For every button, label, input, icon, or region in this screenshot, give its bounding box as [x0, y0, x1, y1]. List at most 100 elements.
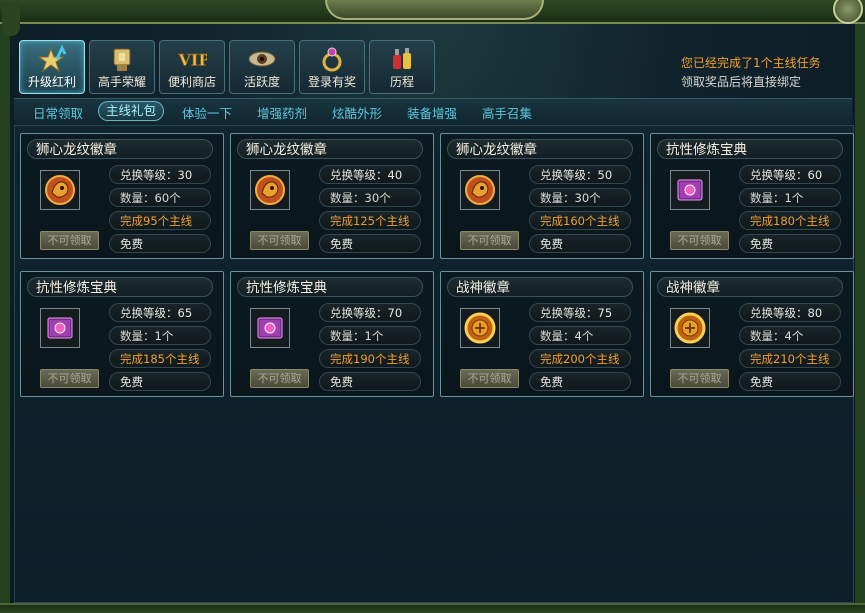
reward-title: 狮心龙纹徽章	[27, 139, 213, 159]
item-quantity: 数量：1个	[109, 326, 211, 345]
requirement: 完成210个主线	[739, 349, 841, 368]
claim-button[interactable]: 不可领取	[670, 369, 729, 388]
item-slot[interactable]	[670, 308, 710, 348]
claim-button[interactable]: 不可领取	[250, 369, 309, 388]
requirement: 完成190个主线	[319, 349, 421, 368]
spellbook-icon	[257, 317, 283, 339]
mission-notice: 您已经完成了1个主线任务 领取奖品后将直接绑定	[681, 54, 821, 92]
item-quantity: 数量：1个	[319, 326, 421, 345]
exchange-level: 兑换等级：40	[319, 165, 421, 184]
claim-button[interactable]: 不可领取	[460, 369, 519, 388]
claim-button[interactable]: 不可领取	[670, 231, 729, 250]
claim-button[interactable]: 不可领取	[40, 231, 99, 250]
cost: 免费	[529, 234, 631, 253]
frame-corner-ornament	[2, 6, 20, 36]
reward-title: 狮心龙纹徽章	[447, 139, 633, 159]
reward-card: 战神徽章 不可领取 兑换等级：80 数量：4个 完成210个主线 免费	[650, 271, 854, 397]
item-slot[interactable]	[670, 170, 710, 210]
tab-history[interactable]: 历程	[369, 40, 435, 94]
cost: 免费	[109, 372, 211, 391]
item-slot[interactable]	[460, 170, 500, 210]
item-quantity: 数量：30个	[529, 188, 631, 207]
item-quantity: 数量：60个	[109, 188, 211, 207]
subtab-enhance-potion[interactable]: 增强药剂	[257, 103, 307, 122]
sub-tab-bar: 日常领取 主线礼包 体验一下 增强药剂 炫酷外形 装备增强 高手召集	[14, 98, 852, 126]
item-slot[interactable]	[460, 308, 500, 348]
cost: 免费	[319, 234, 421, 253]
reward-card: 狮心龙纹徽章 不可领取 兑换等级：40 数量：30个 完成125个主线 免费	[230, 133, 434, 259]
exchange-level: 兑换等级：65	[109, 303, 211, 322]
tab-level-bonus[interactable]: 升级红利	[19, 40, 85, 94]
main-tab-bar: 升级红利 高手荣耀 VIP 便利商店 活跃度 登录有奖 历程	[19, 40, 435, 95]
reward-title: 抗性修炼宝典	[237, 277, 423, 297]
item-quantity: 数量：4个	[529, 326, 631, 345]
reward-title: 战神徽章	[657, 277, 843, 297]
spellbook-icon	[677, 179, 703, 201]
cost: 免费	[529, 372, 631, 391]
tab-convenience-store[interactable]: VIP 便利商店	[159, 40, 225, 94]
cost: 免费	[739, 372, 841, 391]
reward-grid: 狮心龙纹徽章 不可领取 兑换等级：30 数量：60个 完成95个主线 免费 狮心…	[14, 125, 854, 603]
exchange-level: 兑换等级：30	[109, 165, 211, 184]
reward-title: 抗性修炼宝典	[657, 139, 843, 159]
svg-text:VIP: VIP	[178, 51, 207, 70]
item-slot[interactable]	[40, 170, 80, 210]
tab-login-reward[interactable]: 登录有奖	[299, 40, 365, 94]
vip-icon: VIP	[177, 45, 207, 73]
ring-icon	[317, 45, 347, 73]
exchange-level: 兑换等级：70	[319, 303, 421, 322]
requirement: 完成125个主线	[319, 211, 421, 230]
claim-button[interactable]: 不可领取	[460, 231, 519, 250]
close-knob-icon[interactable]	[833, 0, 863, 24]
reward-title: 战神徽章	[447, 277, 633, 297]
trophy-icon	[107, 45, 137, 73]
subtab-daily-claim[interactable]: 日常领取	[33, 103, 83, 122]
spellbook-icon	[47, 317, 73, 339]
tab-label: 升级红利	[27, 75, 76, 89]
item-slot[interactable]	[40, 308, 80, 348]
title-ornament	[325, 0, 544, 20]
subtab-expert-recruit[interactable]: 高手召集	[482, 103, 532, 122]
item-quantity: 数量：30个	[319, 188, 421, 207]
subtab-equipment-enhance[interactable]: 装备增强	[407, 103, 457, 122]
lion-badge-icon	[465, 175, 495, 205]
reward-card: 狮心龙纹徽章 不可领取 兑换等级：30 数量：60个 完成95个主线 免费	[20, 133, 224, 259]
war-god-badge-icon	[464, 312, 496, 344]
subtab-main-gift[interactable]: 主线礼包	[98, 101, 165, 121]
reward-card: 狮心龙纹徽章 不可领取 兑换等级：50 数量：30个 完成160个主线 免费	[440, 133, 644, 259]
tab-label: 活跃度	[243, 75, 280, 89]
requirement: 完成160个主线	[529, 211, 631, 230]
cost: 免费	[109, 234, 211, 253]
claim-button[interactable]: 不可领取	[250, 231, 309, 250]
mission-progress-text: 您已经完成了1个主线任务	[681, 56, 821, 70]
tab-label: 便利商店	[167, 75, 216, 89]
tab-activity[interactable]: 活跃度	[229, 40, 295, 94]
item-slot[interactable]	[250, 308, 290, 348]
subtab-try-it[interactable]: 体验一下	[182, 103, 232, 122]
item-quantity: 数量：4个	[739, 326, 841, 345]
bind-notice-text: 领取奖品后将直接绑定	[681, 75, 802, 89]
war-god-badge-icon	[674, 312, 706, 344]
tab-label: 登录有奖	[307, 75, 356, 89]
star-arrow-icon	[37, 45, 67, 73]
frame-bottom-border	[0, 603, 865, 613]
exchange-level: 兑换等级：50	[529, 165, 631, 184]
item-quantity: 数量：1个	[739, 188, 841, 207]
requirement: 完成200个主线	[529, 349, 631, 368]
requirement: 完成185个主线	[109, 349, 211, 368]
reward-card: 抗性修炼宝典 不可领取 兑换等级：65 数量：1个 完成185个主线 免费	[20, 271, 224, 397]
tab-label: 高手荣耀	[97, 75, 146, 89]
item-slot[interactable]	[250, 170, 290, 210]
reward-card: 战神徽章 不可领取 兑换等级：75 数量：4个 完成200个主线 免费	[440, 271, 644, 397]
subtab-cool-appearance[interactable]: 炫酷外形	[332, 103, 382, 122]
lion-badge-icon	[45, 175, 75, 205]
requirement: 完成95个主线	[109, 211, 211, 230]
reward-card: 抗性修炼宝典 不可领取 兑换等级：70 数量：1个 完成190个主线 免费	[230, 271, 434, 397]
tab-label: 历程	[389, 75, 414, 89]
exchange-level: 兑换等级：80	[739, 303, 841, 322]
potion-icon	[387, 45, 417, 73]
claim-button[interactable]: 不可领取	[40, 369, 99, 388]
reward-title: 抗性修炼宝典	[27, 277, 213, 297]
frame-top-border	[0, 0, 865, 36]
tab-expert-honor[interactable]: 高手荣耀	[89, 40, 155, 94]
